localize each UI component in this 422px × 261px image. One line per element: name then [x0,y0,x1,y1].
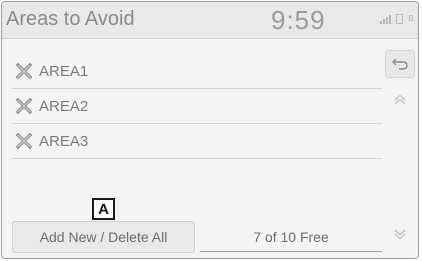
status-icons: ʙ [380,13,414,24]
avoid-area-icon [16,133,32,149]
free-slots-counter: 7 of 10 Free [200,222,382,252]
page-title: Areas to Avoid [6,8,135,30]
avoid-area-icon [16,63,32,79]
chevron-down-icon[interactable] [393,228,407,240]
area-label: AREA1 [39,62,89,80]
navigation-screen: Areas to Avoid 9:59 ʙ AREA1 AREA2 AREA3 … [1,1,419,259]
list-item[interactable]: AREA1 [12,54,382,89]
area-label: AREA2 [39,97,89,115]
callout-label: A [92,198,115,220]
signal-icon [380,15,392,24]
clock: 9:59 [271,5,326,35]
phone-icon [396,14,404,24]
header-bar: Areas to Avoid 9:59 ʙ [2,2,418,39]
avoid-area-icon [16,98,32,114]
bluetooth-icon: ʙ [408,12,414,24]
list-item[interactable]: AREA2 [12,89,382,124]
back-arrow-icon [392,58,408,70]
area-label: AREA3 [39,132,89,150]
back-button[interactable] [385,50,415,78]
avoid-area-list: AREA1 AREA2 AREA3 [12,54,382,159]
chevron-up-icon[interactable] [393,94,407,106]
list-item[interactable]: AREA3 [12,124,382,159]
add-new-delete-all-button[interactable]: Add New / Delete All [12,221,195,253]
